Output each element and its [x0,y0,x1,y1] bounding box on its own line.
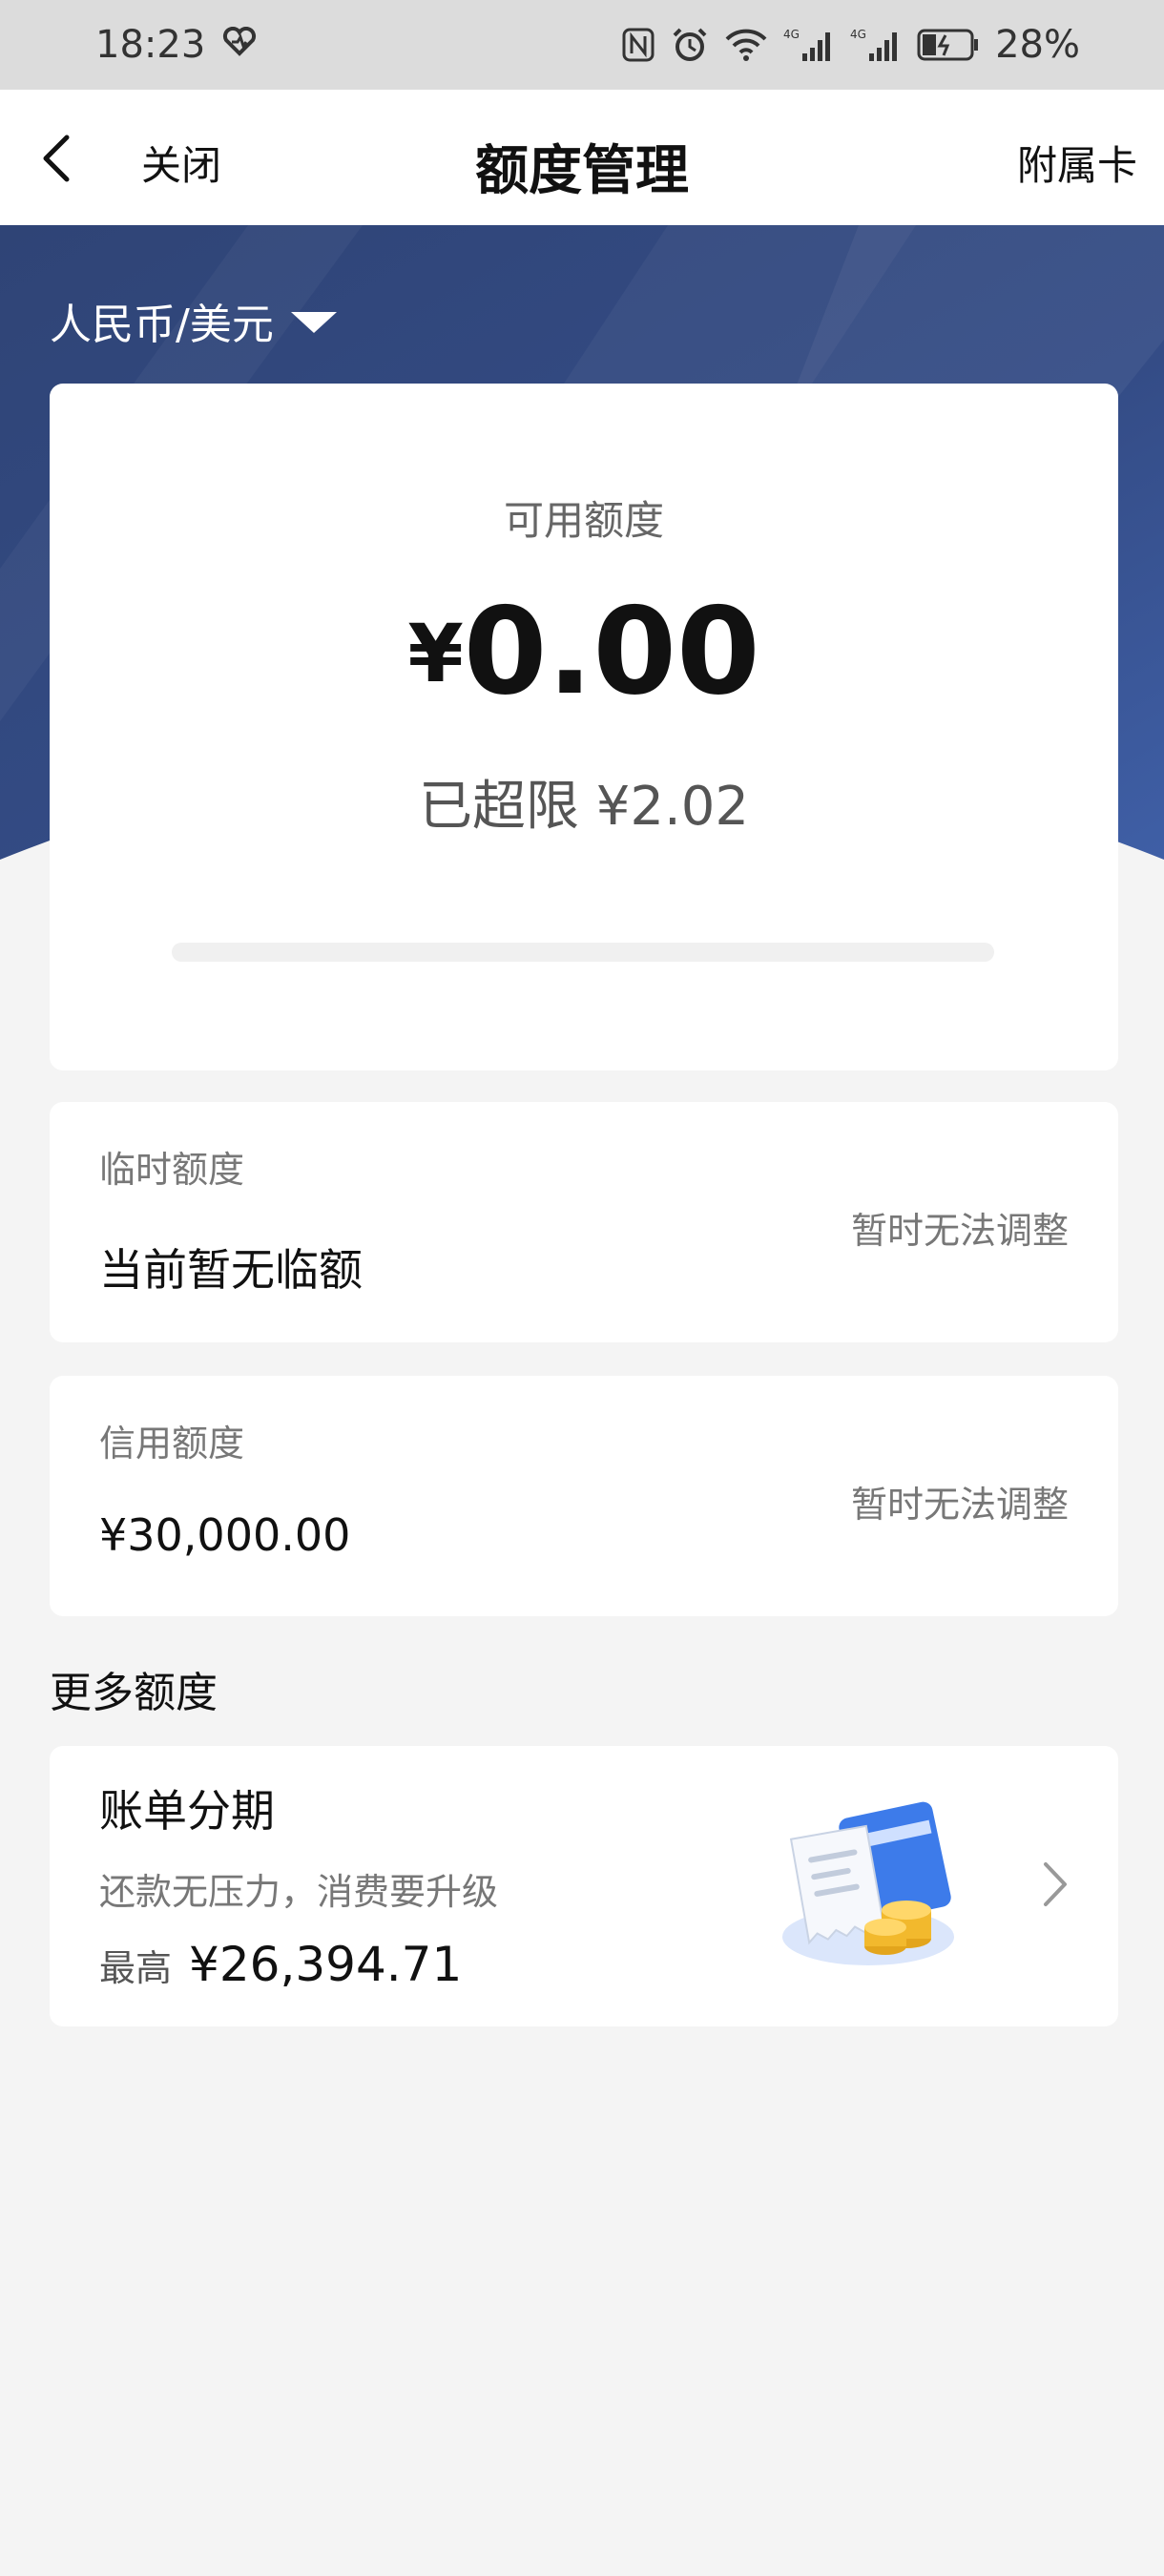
installment-max-value: ¥26,394.71 [189,1937,463,1992]
signal-4g-icon: 4G [850,27,902,63]
temp-limit-value: 当前暂无临额 [99,1244,363,1296]
page-title: 额度管理 [475,140,689,202]
temp-limit-action: 暂时无法调整 [850,1210,1069,1252]
page: 18:23 4G 4G 28% 关闭 额度管理 附属卡 人民币/美元 可用额度 … [0,0,1164,2576]
more-limits-title: 更多额度 [50,1669,218,1717]
temp-limit-card: 临时额度 当前暂无临额 暂时无法调整 [50,1102,1118,1342]
battery-percent: 28% [995,23,1080,67]
chevron-right-icon [1040,1860,1069,1912]
svg-text:4G: 4G [850,28,866,41]
signal-4g-icon: 4G [783,27,835,63]
available-credit-label: 可用额度 [503,497,664,544]
status-left: 18:23 [95,23,259,67]
installment-max-row: 最高 ¥26,394.71 [99,1937,462,1992]
nfc-icon [621,27,655,63]
installment-max-label: 最高 [99,1947,173,1989]
available-credit-value: 0.00 [463,581,760,721]
installment-title: 账单分期 [99,1785,275,1837]
triangle-down-icon [290,312,337,333]
bill-coins-icon [763,1794,973,1979]
credit-limit-value: ¥30,000.00 [99,1509,351,1561]
credit-usage-bar [172,943,994,962]
supplementary-card-button[interactable]: 附属卡 [1017,134,1137,192]
available-credit-amount: ¥0.00 [50,592,1118,712]
heart-pulse-icon [220,23,259,67]
status-right: 4G 4G 28% [621,23,1080,67]
battery-icon [917,28,980,62]
over-limit-text: 已超限 ¥2.02 [418,776,750,838]
installment-card[interactable]: 账单分期 还款无压力，消费要升级 最高 ¥26,394.71 [50,1746,1118,2026]
alarm-icon [671,26,709,64]
credit-limit-card: 信用额度 ¥30,000.00 暂时无法调整 [50,1376,1118,1616]
nav-bar: 关闭 额度管理 附属卡 [0,90,1164,225]
temp-limit-label: 临时额度 [99,1149,245,1191]
status-time: 18:23 [95,23,206,67]
credit-limit-action: 暂时无法调整 [850,1484,1069,1526]
credit-limit-label: 信用额度 [99,1423,245,1465]
installment-desc: 还款无压力，消费要升级 [99,1871,499,1913]
svg-text:4G: 4G [783,28,800,41]
currency-label: 人民币/美元 [50,301,274,349]
status-bar: 18:23 4G 4G 28% [0,0,1164,90]
available-credit-card: 可用额度 ¥0.00 已超限 ¥2.02 [50,384,1118,1070]
wifi-icon [724,28,768,62]
currency-symbol: ¥ [407,607,464,700]
currency-selector[interactable]: 人民币/美元 [50,290,337,351]
